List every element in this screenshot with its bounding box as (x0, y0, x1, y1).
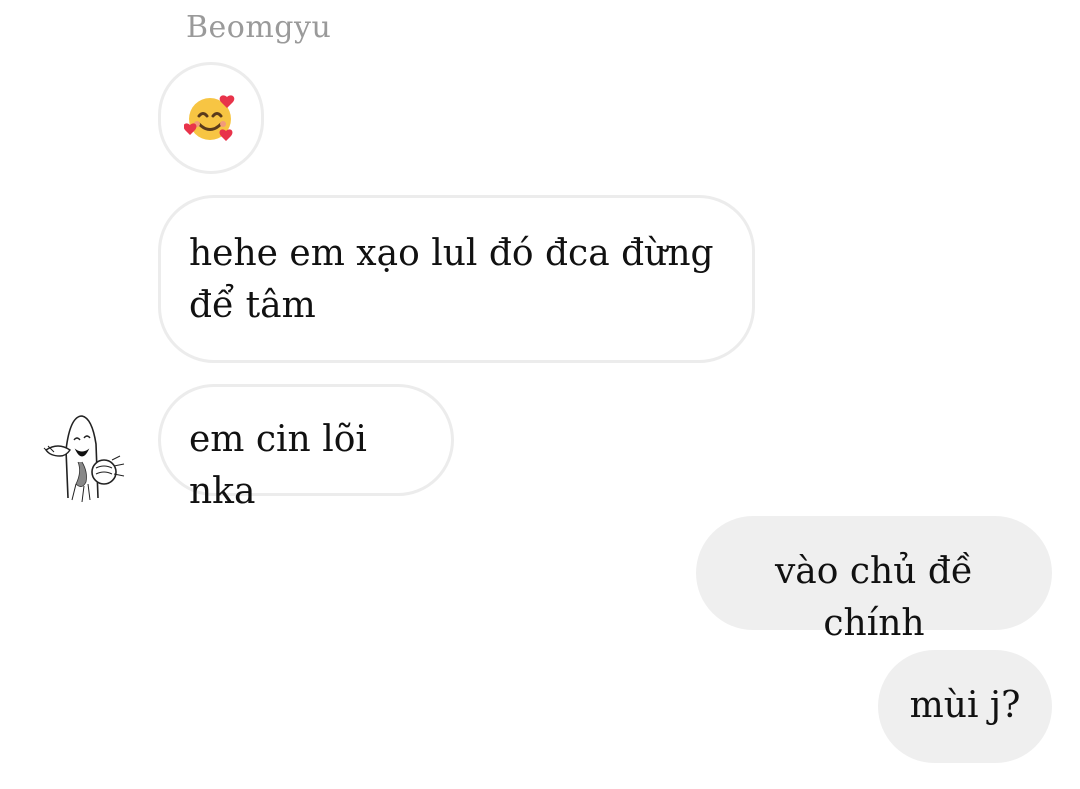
chat-thread: Beomgyu hehe em xạo lul đó đca đừng để t… (0, 0, 1080, 789)
sender-avatar[interactable] (38, 410, 130, 506)
smiling-face-with-hearts-icon (184, 95, 235, 141)
incoming-message[interactable]: hehe em xạo lul đó đca đừng để tâm (158, 195, 755, 363)
outgoing-message[interactable]: vào chủ đề chính (696, 516, 1052, 644)
outgoing-message[interactable]: mùi j? (878, 650, 1052, 763)
incoming-emoji-message[interactable] (158, 62, 264, 174)
incoming-message[interactable]: em cin lõi nka (158, 384, 454, 512)
sketch-character-avatar-icon (43, 415, 125, 503)
sender-name: Beomgyu (186, 10, 332, 45)
